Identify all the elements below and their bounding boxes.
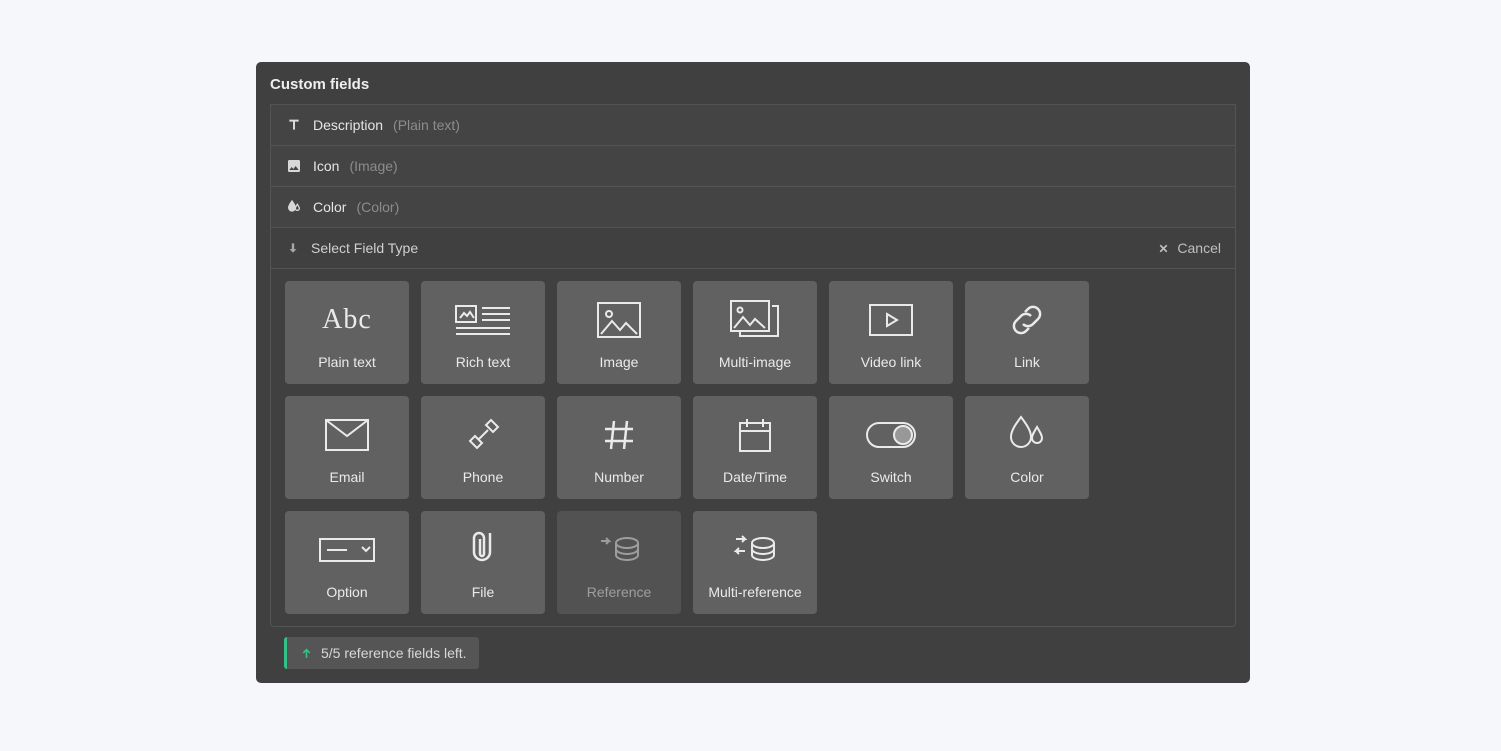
text-icon	[285, 116, 303, 134]
card-label: Number	[594, 469, 644, 486]
image-large-icon	[595, 294, 643, 346]
type-video-link[interactable]: Video link	[829, 281, 953, 384]
type-multi-reference[interactable]: Multi-reference	[693, 511, 817, 614]
card-label: Multi-reference	[708, 584, 801, 601]
type-plain-text[interactable]: Abc Plain text	[285, 281, 409, 384]
arrow-down-icon	[285, 240, 301, 256]
card-label: Link	[1014, 354, 1040, 371]
cancel-button[interactable]: Cancel	[1156, 240, 1221, 256]
card-label: Date/Time	[723, 469, 787, 486]
select-field-type-row: Select Field Type Cancel	[270, 228, 1236, 269]
multi-reference-icon	[731, 524, 779, 576]
card-label: Option	[326, 584, 367, 601]
reference-icon	[595, 524, 643, 576]
field-row-description[interactable]: Description (Plain text)	[270, 104, 1236, 146]
type-switch[interactable]: Switch	[829, 396, 953, 499]
calendar-icon	[735, 409, 775, 461]
link-icon	[1007, 294, 1047, 346]
type-email[interactable]: Email	[285, 396, 409, 499]
field-hint: (Image)	[349, 158, 397, 174]
field-hint: (Plain text)	[393, 117, 460, 133]
field-label: Color	[313, 199, 346, 215]
option-icon	[317, 524, 377, 576]
video-icon	[867, 294, 915, 346]
card-label: Switch	[870, 469, 911, 486]
color-large-icon	[1005, 409, 1049, 461]
cancel-label: Cancel	[1177, 240, 1221, 256]
multi-image-icon	[728, 294, 782, 346]
field-type-grid: Abc Plain text Rich text Image Multi-ima…	[270, 269, 1236, 627]
richtext-icon	[454, 294, 512, 346]
phone-icon	[463, 409, 503, 461]
type-option[interactable]: Option	[285, 511, 409, 614]
panel-title: Custom fields	[270, 76, 1236, 93]
quota-text: 5/5 reference fields left.	[321, 645, 467, 661]
card-label: Rich text	[456, 354, 510, 371]
color-icon	[285, 198, 303, 216]
type-number[interactable]: Number	[557, 396, 681, 499]
select-field-type-label: Select Field Type	[311, 240, 418, 256]
card-label: Phone	[463, 469, 503, 486]
card-label: Plain text	[318, 354, 376, 371]
type-color[interactable]: Color	[965, 396, 1089, 499]
field-hint: (Color)	[356, 199, 399, 215]
card-label: Color	[1010, 469, 1043, 486]
card-label: Image	[600, 354, 639, 371]
card-label: Video link	[861, 354, 921, 371]
email-icon	[323, 409, 371, 461]
close-icon	[1156, 241, 1170, 255]
number-icon	[599, 409, 639, 461]
card-label: Multi-image	[719, 354, 791, 371]
type-image[interactable]: Image	[557, 281, 681, 384]
type-phone[interactable]: Phone	[421, 396, 545, 499]
type-link[interactable]: Link	[965, 281, 1089, 384]
image-icon	[285, 157, 303, 175]
reference-quota: 5/5 reference fields left.	[284, 637, 479, 669]
card-label: Email	[329, 469, 364, 486]
card-label: Reference	[587, 584, 652, 601]
field-label: Icon	[313, 158, 339, 174]
type-reference: Reference	[557, 511, 681, 614]
type-rich-text[interactable]: Rich text	[421, 281, 545, 384]
type-file[interactable]: File	[421, 511, 545, 614]
abc-icon: Abc	[322, 294, 372, 346]
type-multi-image[interactable]: Multi-image	[693, 281, 817, 384]
field-row-icon[interactable]: Icon (Image)	[270, 146, 1236, 187]
file-icon	[465, 524, 501, 576]
arrow-up-icon	[299, 646, 313, 660]
field-label: Description	[313, 117, 383, 133]
custom-fields-panel: Custom fields Description (Plain text) I…	[256, 62, 1250, 683]
card-label: File	[472, 584, 495, 601]
type-datetime[interactable]: Date/Time	[693, 396, 817, 499]
switch-icon	[864, 409, 918, 461]
field-row-color[interactable]: Color (Color)	[270, 187, 1236, 228]
